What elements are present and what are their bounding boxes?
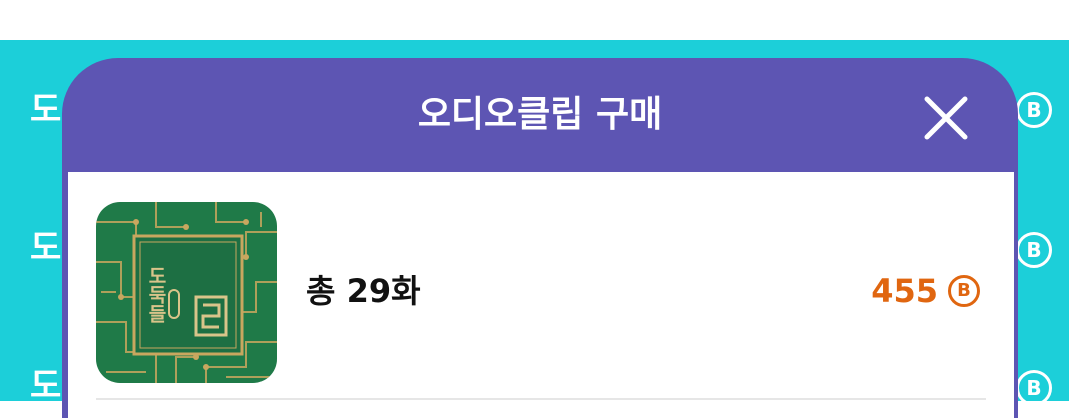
circuit-board-cover-image: 도둑들 [96,202,277,383]
close-icon [924,96,968,140]
background-list-item-text: 도 [30,228,62,268]
modal-title: 오디오클립 구매 [417,94,663,135]
audioclip-thumbnail: 도둑들 [96,202,277,383]
divider [96,398,986,400]
price: 455 B [871,266,980,316]
background-list-item-text: 도 [30,366,62,406]
close-button[interactable] [920,92,972,144]
modal-body: 도둑들 총 29화 455 B [68,172,1014,418]
price-amount: 455 [871,272,938,310]
purchase-modal: 오디오클립 구매 도둑들 총 29화 455 B [62,58,1018,418]
episode-count: 총 29화 [306,272,421,310]
coin-icon: B [1016,232,1052,268]
cover-title-text: 도둑들 [145,266,167,323]
top-status-area [0,0,1069,40]
coin-icon: B [948,275,980,307]
background-list-item-text: 도 [30,90,62,130]
coin-icon: B [1016,92,1052,128]
